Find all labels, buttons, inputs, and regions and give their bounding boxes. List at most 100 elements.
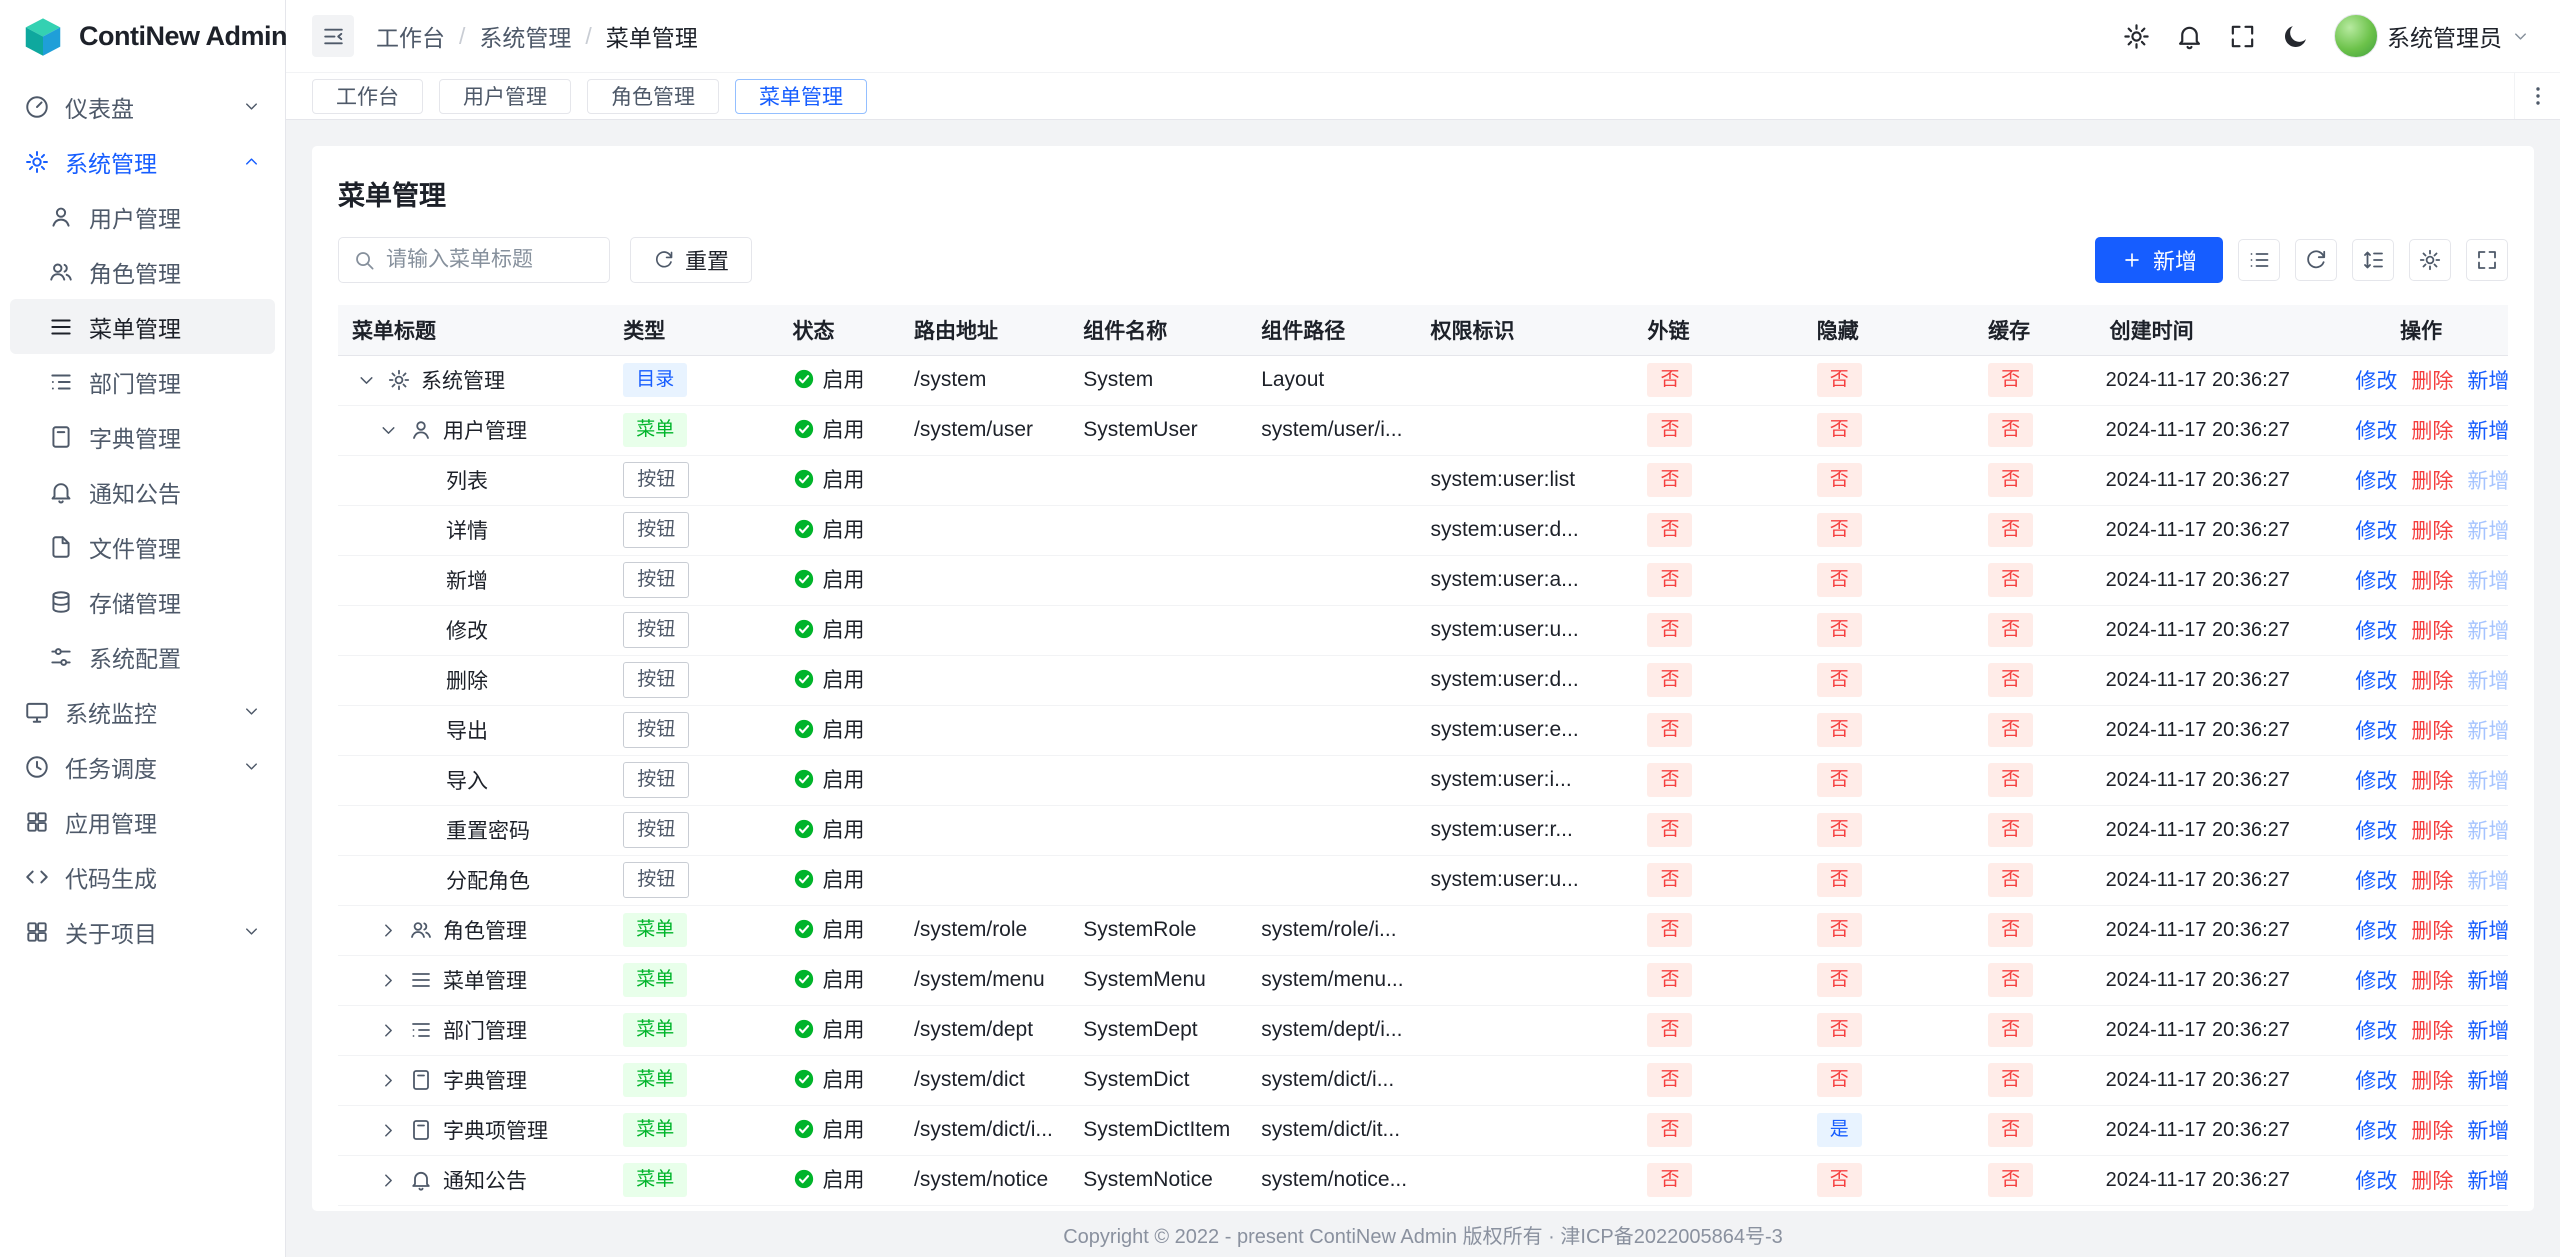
add-link[interactable]: 新增 xyxy=(2467,1120,2508,1143)
user-menu[interactable]: 系统管理员 xyxy=(2334,14,2530,58)
edit-link[interactable]: 修改 xyxy=(2355,1020,2397,1043)
hidden-badge: 否 xyxy=(1817,413,1862,447)
sidebar-item-codegen[interactable]: 代码生成 xyxy=(10,849,275,904)
delete-link[interactable]: 删除 xyxy=(2411,570,2453,593)
add-link[interactable]: 新增 xyxy=(2467,1020,2508,1043)
expand-down-icon[interactable] xyxy=(356,370,377,391)
add-link[interactable]: 新增 xyxy=(2467,370,2508,393)
column-settings-button[interactable] xyxy=(2409,239,2451,281)
tab-role-mgmt[interactable]: 角色管理 xyxy=(587,79,719,114)
delete-link[interactable]: 删除 xyxy=(2411,820,2453,843)
expand-right-icon[interactable] xyxy=(378,1070,399,1091)
app-logo[interactable]: ContiNew Admin xyxy=(0,0,285,73)
sidebar-item-appmgmt[interactable]: 应用管理 xyxy=(10,794,275,849)
edit-link[interactable]: 修改 xyxy=(2355,670,2397,693)
expand-down-icon[interactable] xyxy=(378,420,399,441)
delete-link[interactable]: 删除 xyxy=(2411,1170,2453,1193)
sidebar-item-system-config[interactable]: 系统配置 xyxy=(10,629,275,684)
sidebar-item-monitor[interactable]: 系统监控 xyxy=(10,684,275,739)
sidebar-item-system-role[interactable]: 角色管理 xyxy=(10,244,275,299)
sidebar-item-schedule[interactable]: 任务调度 xyxy=(10,739,275,794)
avatar[interactable] xyxy=(2334,14,2378,58)
table-fullscreen-button[interactable] xyxy=(2466,239,2508,281)
edit-link[interactable]: 修改 xyxy=(2355,470,2397,493)
sidebar-item-system[interactable]: 系统管理 xyxy=(10,134,275,189)
sidebar-item-system-notice[interactable]: 通知公告 xyxy=(10,464,275,519)
edit-link[interactable]: 修改 xyxy=(2355,720,2397,743)
breadcrumb-item[interactable]: 系统管理 xyxy=(479,19,571,53)
delete-link[interactable]: 删除 xyxy=(2411,420,2453,443)
delete-link[interactable]: 删除 xyxy=(2411,470,2453,493)
edit-link[interactable]: 修改 xyxy=(2355,570,2397,593)
row-height-button[interactable] xyxy=(2352,239,2394,281)
edit-link[interactable]: 修改 xyxy=(2355,1070,2397,1093)
sidebar-collapse-button[interactable] xyxy=(312,15,354,57)
delete-link[interactable]: 删除 xyxy=(2411,770,2453,793)
edit-link[interactable]: 修改 xyxy=(2355,370,2397,393)
fullscreen-icon[interactable] xyxy=(2228,22,2257,51)
column-header: 创建时间 xyxy=(2096,305,2335,355)
tab-user-mgmt[interactable]: 用户管理 xyxy=(439,79,571,114)
theme-moon-icon[interactable] xyxy=(2281,22,2310,51)
sidebar-item-system-user[interactable]: 用户管理 xyxy=(10,189,275,244)
reset-button[interactable]: 重置 xyxy=(630,237,752,283)
add-link[interactable]: 新增 xyxy=(2467,970,2508,993)
delete-link[interactable]: 删除 xyxy=(2411,370,2453,393)
sidebar-item-system-dept[interactable]: 部门管理 xyxy=(10,354,275,409)
add-link[interactable]: 新增 xyxy=(2467,1070,2508,1093)
edit-link[interactable]: 修改 xyxy=(2355,420,2397,443)
sidebar-item-about[interactable]: 关于项目 xyxy=(10,904,275,959)
delete-link[interactable]: 删除 xyxy=(2411,870,2453,893)
cell-component-path xyxy=(1247,655,1416,705)
notification-icon[interactable] xyxy=(2175,22,2204,51)
sidebar-item-system-dict[interactable]: 字典管理 xyxy=(10,409,275,464)
refresh-button[interactable] xyxy=(2295,239,2337,281)
delete-link[interactable]: 删除 xyxy=(2411,670,2453,693)
sidebar-item-system-menu[interactable]: 菜单管理 xyxy=(10,299,275,354)
type-badge: 按钮 xyxy=(623,562,689,598)
delete-link[interactable]: 删除 xyxy=(2411,1020,2453,1043)
cell-component-path: system/menu... xyxy=(1247,955,1416,1005)
tab-more-button[interactable] xyxy=(2514,73,2560,119)
tab-workbench[interactable]: 工作台 xyxy=(312,79,423,114)
add-link[interactable]: 新增 xyxy=(2467,420,2508,443)
edit-link[interactable]: 修改 xyxy=(2355,620,2397,643)
cell-permission xyxy=(1416,955,1633,1005)
settings-icon[interactable] xyxy=(2122,22,2151,51)
edit-link[interactable]: 修改 xyxy=(2355,920,2397,943)
edit-link[interactable]: 修改 xyxy=(2355,820,2397,843)
expand-right-icon[interactable] xyxy=(378,1170,399,1191)
sidebar-item-system-storage[interactable]: 存储管理 xyxy=(10,574,275,629)
expand-right-icon[interactable] xyxy=(378,1020,399,1041)
edit-link[interactable]: 修改 xyxy=(2355,1120,2397,1143)
cell-component-name xyxy=(1069,605,1247,655)
sidebar-item-system-file[interactable]: 文件管理 xyxy=(10,519,275,574)
delete-link[interactable]: 删除 xyxy=(2411,620,2453,643)
cell-permission xyxy=(1416,1105,1633,1155)
gear-icon xyxy=(24,149,50,175)
add-link[interactable]: 新增 xyxy=(2467,1170,2508,1193)
expand-right-icon[interactable] xyxy=(378,920,399,941)
sidebar-item-dashboard[interactable]: 仪表盘 xyxy=(10,79,275,134)
cell-component-name: SystemRole xyxy=(1069,905,1247,955)
edit-link[interactable]: 修改 xyxy=(2355,870,2397,893)
status-badge: 启用 xyxy=(793,914,865,944)
delete-link[interactable]: 删除 xyxy=(2411,920,2453,943)
expand-right-icon[interactable] xyxy=(378,970,399,991)
delete-link[interactable]: 删除 xyxy=(2411,1070,2453,1093)
add-link[interactable]: 新增 xyxy=(2467,920,2508,943)
expand-right-icon[interactable] xyxy=(378,1120,399,1141)
delete-link[interactable]: 删除 xyxy=(2411,720,2453,743)
delete-link[interactable]: 删除 xyxy=(2411,970,2453,993)
breadcrumb-item[interactable]: 工作台 xyxy=(376,19,445,53)
add-button[interactable]: 新增 xyxy=(2095,237,2223,283)
search-input[interactable] xyxy=(386,248,595,272)
delete-link[interactable]: 删除 xyxy=(2411,1120,2453,1143)
edit-link[interactable]: 修改 xyxy=(2355,1170,2397,1193)
tab-menu-mgmt[interactable]: 菜单管理 xyxy=(735,79,867,114)
edit-link[interactable]: 修改 xyxy=(2355,970,2397,993)
edit-link[interactable]: 修改 xyxy=(2355,520,2397,543)
view-toggle-button[interactable] xyxy=(2238,239,2280,281)
delete-link[interactable]: 删除 xyxy=(2411,520,2453,543)
edit-link[interactable]: 修改 xyxy=(2355,770,2397,793)
